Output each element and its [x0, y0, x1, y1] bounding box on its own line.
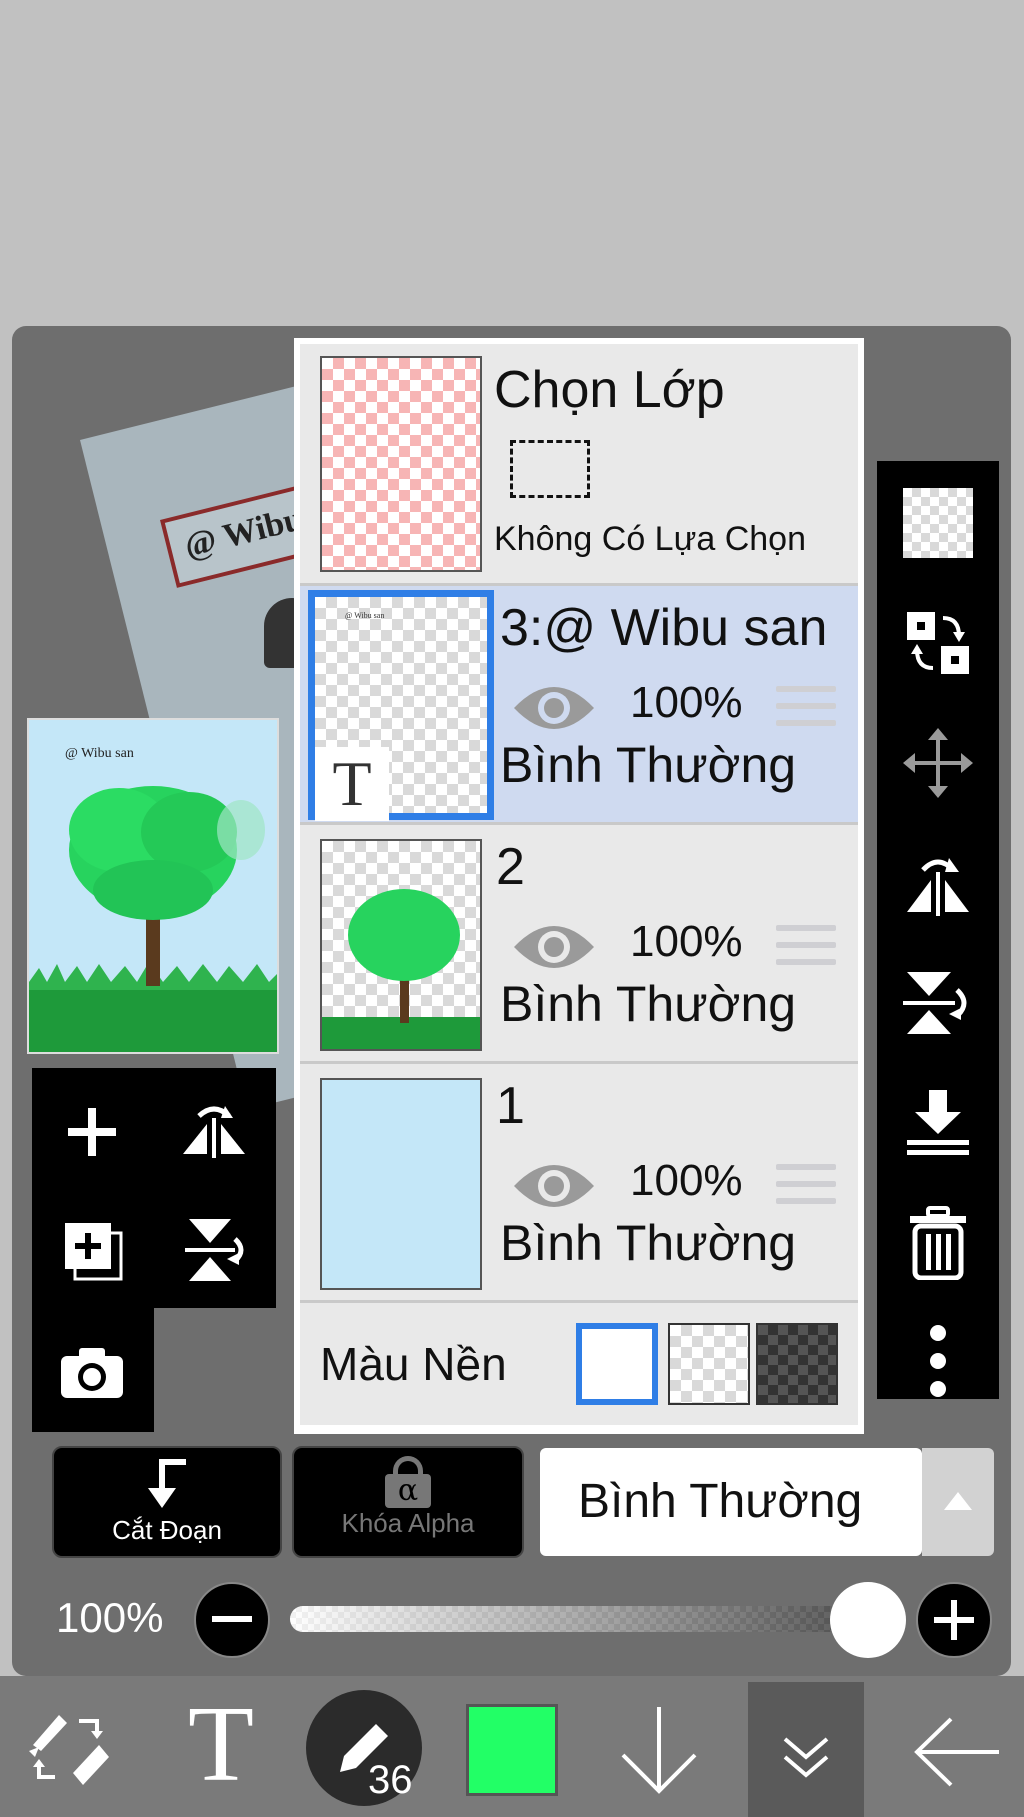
brush-size-button[interactable]: 36 — [306, 1690, 422, 1806]
clipping-arrow-icon — [148, 1459, 186, 1508]
flip-horizontal-layer-button[interactable] — [877, 833, 999, 933]
visibility-eye-icon[interactable] — [512, 678, 596, 738]
back-button[interactable] — [906, 1704, 1006, 1800]
flip-vertical-icon — [903, 972, 967, 1034]
layer-name-3: 3:@ Wibu san — [500, 599, 828, 657]
tree-illustration — [29, 786, 277, 1052]
opacity-increase-button[interactable] — [916, 1582, 992, 1658]
trash-icon — [910, 1206, 966, 1280]
lock-icon: α — [385, 1456, 431, 1508]
selection-layer-thumbnail — [320, 356, 482, 572]
swap-icon — [907, 612, 969, 674]
flip-horizontal-icon — [907, 858, 969, 916]
layer-blend-mode-3: Bình Thường — [500, 737, 797, 793]
drag-handle-icon[interactable] — [776, 925, 836, 971]
copy-layer-icon — [65, 1223, 123, 1281]
background-white-option[interactable] — [576, 1323, 658, 1405]
selection-marquee-icon — [510, 440, 590, 498]
arrow-left-icon — [914, 1717, 999, 1787]
drag-handle-icon[interactable] — [776, 686, 836, 732]
flip-vertical-button[interactable] — [172, 1208, 256, 1292]
brush-eraser-swap-icon — [29, 1715, 109, 1785]
text-tool-icon[interactable]: T — [176, 1690, 266, 1800]
layer-row-1[interactable]: 1 100% Bình Thường — [300, 1064, 858, 1303]
layer-thumbnail-1 — [320, 1078, 482, 1290]
arrow-down-icon — [621, 1707, 697, 1794]
visibility-eye-icon[interactable] — [512, 917, 596, 977]
layer-name-2: 2 — [496, 838, 525, 896]
layer-panel: Chọn Lớp Không Có Lựa Chọn @ Wibu san T … — [294, 338, 864, 1434]
opacity-slider-track[interactable] — [290, 1606, 870, 1632]
more-vertical-icon — [930, 1325, 946, 1397]
move-layer-down-button[interactable] — [614, 1700, 704, 1800]
more-options-button[interactable] — [877, 1311, 999, 1411]
flip-vertical-layer-button[interactable] — [877, 953, 999, 1053]
plus-icon — [934, 1600, 974, 1640]
tree-thumbnail — [322, 889, 480, 1049]
swap-layer-button[interactable] — [877, 593, 999, 693]
collapse-panel-button[interactable] — [760, 1712, 852, 1804]
right-layer-toolbar — [877, 461, 999, 1399]
move-layer-button[interactable] — [877, 713, 999, 813]
layer-row-3[interactable]: @ Wibu san T 3:@ Wibu san 100% Bình Thườ… — [300, 586, 858, 825]
merge-down-icon — [907, 1090, 969, 1155]
opacity-value-label: 100% — [56, 1594, 164, 1641]
layer-thumbnail-3: @ Wibu san T — [308, 590, 494, 821]
brush-eraser-swap-button[interactable] — [18, 1700, 118, 1796]
drag-handle-icon[interactable] — [776, 1164, 836, 1210]
flip-vertical-icon — [185, 1219, 244, 1281]
layer-opacity-3: 100% — [630, 678, 743, 727]
delete-layer-button[interactable] — [877, 1193, 999, 1293]
clipping-label: Cắt Đoạn — [112, 1515, 222, 1545]
opacity-slider-thumb[interactable] — [830, 1582, 906, 1658]
alpha-lock-button[interactable]: α Khóa Alpha — [292, 1446, 524, 1558]
layer-opacity-1: 100% — [630, 1156, 743, 1205]
text-layer-badge: T — [315, 747, 389, 821]
background-color-label: Màu Nền — [320, 1338, 507, 1390]
canvas-navigator-thumbnail[interactable]: @ Wibu san — [27, 718, 279, 1054]
blend-mode-dropdown-button[interactable] — [922, 1448, 994, 1556]
background-transparent-option[interactable] — [668, 1323, 750, 1405]
layer-thumb-text: @ Wibu san — [345, 611, 385, 620]
blend-mode-value: Bình Thường — [578, 1475, 863, 1528]
selection-status: Không Có Lựa Chọn — [494, 520, 806, 558]
selection-layer-row[interactable]: Chọn Lớp Không Có Lựa Chọn — [300, 344, 858, 586]
flip-horizontal-button[interactable] — [172, 1090, 256, 1174]
background-color-row: Màu Nền — [300, 1303, 858, 1425]
merge-down-button[interactable] — [877, 1073, 999, 1173]
background-dark-checker-option[interactable] — [756, 1323, 838, 1405]
opacity-decrease-button[interactable] — [194, 1582, 270, 1658]
layer-blend-mode-1: Bình Thường — [500, 1215, 797, 1271]
camera-icon — [61, 1348, 123, 1398]
transparent-fill-button[interactable] — [877, 473, 999, 573]
triangle-up-icon — [944, 1492, 972, 1510]
color-swatch-button[interactable] — [466, 1704, 558, 1796]
minus-icon — [212, 1616, 252, 1622]
plus-icon — [68, 1108, 116, 1156]
layer-opacity-2: 100% — [630, 917, 743, 966]
layer-thumbnail-2 — [320, 839, 482, 1051]
camera-button[interactable] — [50, 1330, 134, 1414]
move-icon — [903, 728, 973, 798]
chevron-double-down-icon — [783, 1737, 829, 1778]
alpha-lock-label: Khóa Alpha — [341, 1508, 475, 1538]
brush-size-value: 36 — [368, 1758, 413, 1802]
alpha-symbol: α — [385, 1474, 431, 1508]
layer-row-2[interactable]: 2 100% Bình Thường — [300, 825, 858, 1064]
checker-icon — [903, 488, 973, 558]
blend-mode-select[interactable]: Bình Thường — [540, 1448, 922, 1556]
layer-blend-mode-2: Bình Thường — [500, 976, 797, 1032]
layer-name-1: 1 — [496, 1077, 525, 1135]
selection-layer-title: Chọn Lớp — [494, 361, 725, 419]
visibility-eye-icon[interactable] — [512, 1156, 596, 1216]
flip-horizontal-icon — [183, 1106, 245, 1158]
clipping-button[interactable]: Cắt Đoạn — [52, 1446, 282, 1558]
add-layer-button[interactable] — [50, 1090, 134, 1174]
duplicate-layer-button[interactable] — [50, 1208, 134, 1292]
